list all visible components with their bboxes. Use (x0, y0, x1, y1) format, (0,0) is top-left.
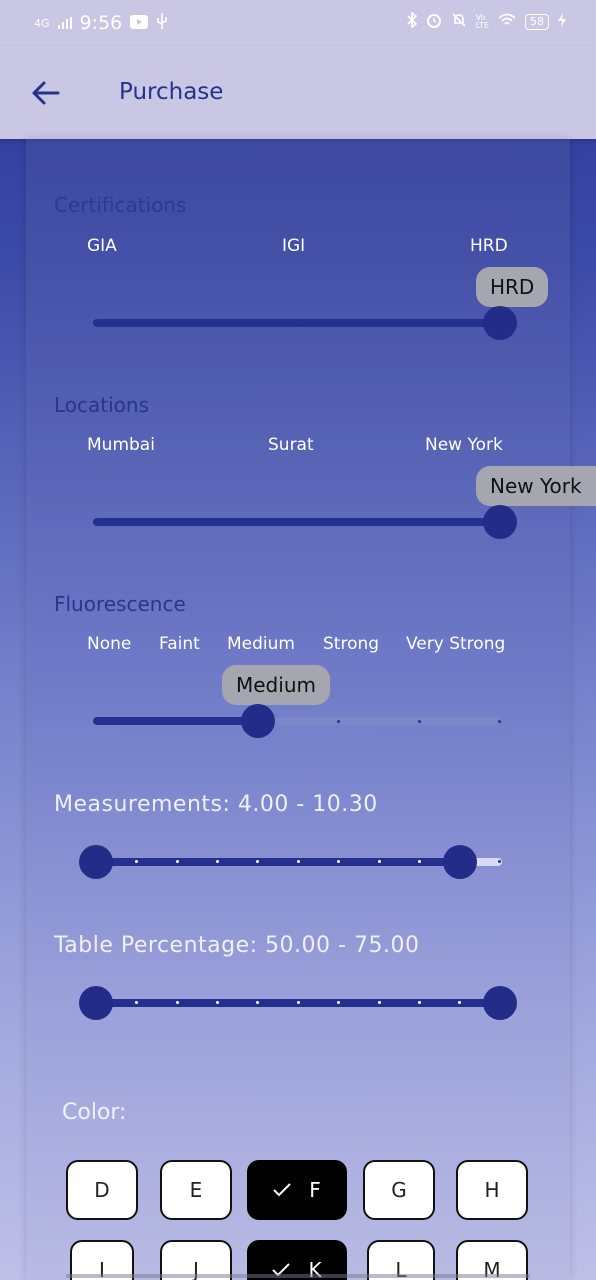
location-option-surat: Surat (268, 435, 314, 455)
wifi-icon (498, 13, 516, 31)
color-chip-e[interactable]: E (160, 1160, 232, 1220)
slider-tick (418, 720, 421, 723)
app-bar: Purchase (0, 46, 596, 139)
measurements-slider-active (96, 858, 460, 866)
volte-icon: Vo LTE (475, 13, 489, 30)
chip-label: G (391, 1178, 407, 1202)
slider-tick (297, 1001, 300, 1004)
measurements-min-thumb[interactable] (79, 845, 113, 879)
locations-title: Locations (54, 393, 150, 417)
slider-tick (256, 1001, 259, 1004)
page-title: Purchase (119, 79, 224, 105)
charging-icon (558, 13, 566, 31)
slider-tick (337, 1001, 340, 1004)
table-percentage-max-thumb[interactable] (483, 986, 517, 1020)
battery-icon: 58 (525, 14, 549, 30)
slider-tick (378, 860, 381, 863)
slider-tick (135, 860, 138, 863)
fluor-option-very-strong: Very Strong (406, 634, 506, 654)
color-chip-g[interactable]: G (363, 1160, 435, 1220)
measurements-max-thumb[interactable] (443, 845, 477, 879)
slider-tick (256, 860, 259, 863)
slider-tick (176, 860, 179, 863)
certifications-title: Certifications (54, 193, 187, 217)
fluorescence-slider-thumb[interactable] (241, 704, 275, 738)
slider-tick (378, 1001, 381, 1004)
fluorescence-tooltip: Medium (222, 665, 330, 705)
signal-icon (57, 12, 72, 34)
location-option-mumbai: Mumbai (87, 435, 155, 455)
usb-icon (156, 12, 168, 34)
chip-label: F (309, 1178, 321, 1202)
status-bar: 4G 9:56 Vo LTE 58 (0, 0, 596, 46)
slider-tick (498, 720, 501, 723)
slider-tick (297, 521, 300, 524)
slider-tick (176, 720, 179, 723)
fluor-option-medium: Medium (227, 634, 295, 654)
slider-tick (458, 1001, 461, 1004)
fluor-option-none: None (87, 634, 132, 654)
check-icon (273, 1178, 291, 1202)
youtube-icon (130, 12, 149, 34)
slider-tick (216, 1001, 219, 1004)
bluetooth-icon (407, 11, 417, 32)
home-indicator (66, 1274, 530, 1278)
measurements-label: Measurements: 4.00 - 10.30 (54, 792, 378, 817)
mute-icon (451, 12, 467, 32)
slider-tick (216, 860, 219, 863)
network-indicator: 4G (34, 16, 50, 30)
fluor-option-strong: Strong (323, 634, 380, 654)
slider-tick (337, 720, 340, 723)
cert-option-gia: GIA (87, 236, 117, 256)
color-chip-h[interactable]: H (456, 1160, 528, 1220)
locations-slider-thumb[interactable] (483, 505, 517, 539)
slider-tick (418, 860, 421, 863)
cert-option-hrd: HRD (470, 236, 508, 256)
clock: 9:56 (79, 12, 123, 34)
alarm-icon (426, 12, 442, 32)
cert-option-igi: IGI (282, 236, 306, 256)
fluor-option-faint: Faint (159, 634, 200, 654)
slider-tick (337, 860, 340, 863)
location-option-new-york: New York (425, 435, 503, 455)
color-chip-d[interactable]: D (66, 1160, 138, 1220)
certifications-slider-thumb[interactable] (483, 306, 517, 340)
color-label: Color: (62, 1100, 127, 1125)
chip-label: D (94, 1178, 110, 1202)
table-percentage-label: Table Percentage: 50.00 - 75.00 (54, 933, 420, 958)
slider-tick (135, 1001, 138, 1004)
slider-tick (418, 1001, 421, 1004)
color-chip-f[interactable]: F (247, 1160, 347, 1220)
chip-label: E (189, 1178, 203, 1202)
back-arrow-icon[interactable] (30, 77, 62, 109)
table-percentage-min-thumb[interactable] (79, 986, 113, 1020)
slider-tick (297, 860, 300, 863)
locations-tooltip: New York (476, 466, 596, 506)
slider-tick (297, 322, 300, 325)
slider-tick (498, 860, 501, 863)
slider-tick (176, 1001, 179, 1004)
certifications-tooltip: HRD (476, 267, 549, 307)
chip-label: H (484, 1178, 500, 1202)
fluorescence-title: Fluorescence (54, 592, 186, 616)
